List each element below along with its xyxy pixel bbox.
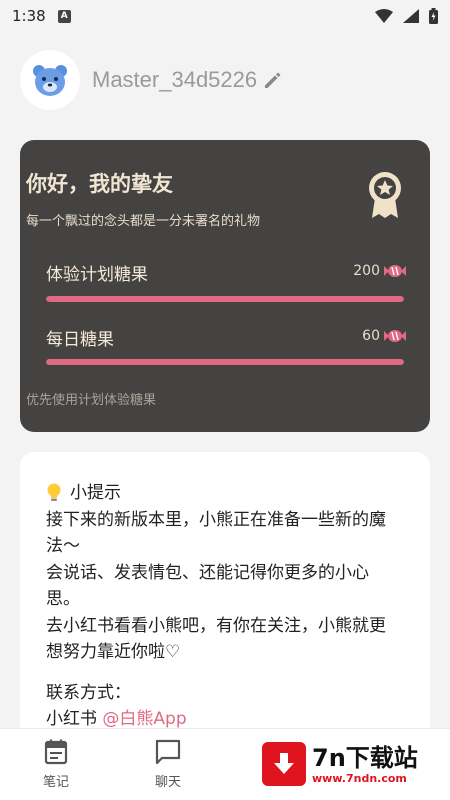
trial-candy-count: 200 (353, 263, 380, 279)
lightbulb-icon (47, 483, 61, 502)
nav-label-chat: 聊天 (154, 775, 181, 790)
tip-line: 接下来的新版本里，小熊正在准备一些新的魔 (46, 509, 386, 530)
tip-title-row: 小提示 (46, 480, 404, 507)
profile-header: Master_34d5226 (20, 50, 283, 110)
candy-icon (384, 330, 406, 342)
award-badge-icon (369, 172, 401, 218)
trial-candy-bar (46, 296, 404, 302)
candy-icon (384, 265, 406, 277)
avatar[interactable] (20, 50, 80, 110)
bear-avatar-icon (33, 65, 67, 96)
notebook-icon (44, 739, 68, 765)
username: Master_34d5226 (92, 67, 258, 92)
card-subtitle: 每一个飘过的念头都是一分未署名的礼物 (26, 214, 261, 229)
trial-candy-label: 体验计划糖果 (46, 265, 148, 285)
chat-icon (155, 739, 181, 765)
trial-candy-bar-fill (46, 296, 404, 302)
status-indicators (375, 8, 438, 24)
card-title: 你好，我的挚友 (26, 172, 173, 196)
notification-app-icon: A (57, 9, 71, 23)
tip-title: 小提示 (70, 483, 121, 503)
battery-icon (429, 8, 438, 24)
tip-line: 会说话、发表情包、还能记得你更多的小心 (46, 562, 369, 583)
tip-line: 去小红书看看小熊吧，有你在关注，小熊就更 (46, 615, 386, 636)
card-note: 优先使用计划体验糖果 (26, 393, 157, 408)
contact-platform: 小红书 (46, 709, 97, 729)
daily-candy-label: 每日糖果 (46, 330, 114, 350)
tip-line: 想努力靠近你啦♡ (46, 642, 181, 662)
nav-item-chat[interactable]: 聊天 (112, 729, 224, 790)
pencil-icon (265, 72, 281, 88)
contact-handle-link[interactable]: @白熊App (102, 709, 186, 729)
signal-icon (403, 9, 419, 23)
status-bar: 1:38 A (0, 0, 450, 32)
watermark-brand: 7n下载站 (312, 743, 418, 772)
watermark-url: www.7ndn.com (312, 771, 407, 785)
daily-candy-bar (46, 359, 404, 365)
daily-candy-bar-fill (46, 359, 404, 365)
wifi-icon (375, 9, 393, 23)
nav-item-notes[interactable]: 笔记 (0, 729, 112, 790)
nav-label-notes: 笔记 (42, 775, 69, 790)
status-time: 1:38 (12, 7, 46, 25)
tip-spacer (46, 666, 404, 680)
download-logo-icon (262, 742, 306, 786)
tip-line: 思。 (46, 589, 80, 609)
tip-line: 法～ (46, 536, 80, 556)
watermark-text: 7n下载站 www.7ndn.com (312, 744, 418, 785)
daily-candy-count: 60 (362, 328, 380, 344)
watermark: 7n下载站 www.7ndn.com (262, 735, 442, 793)
contact-label: 联系方式： (46, 682, 131, 703)
edit-name-button[interactable] (263, 70, 283, 90)
